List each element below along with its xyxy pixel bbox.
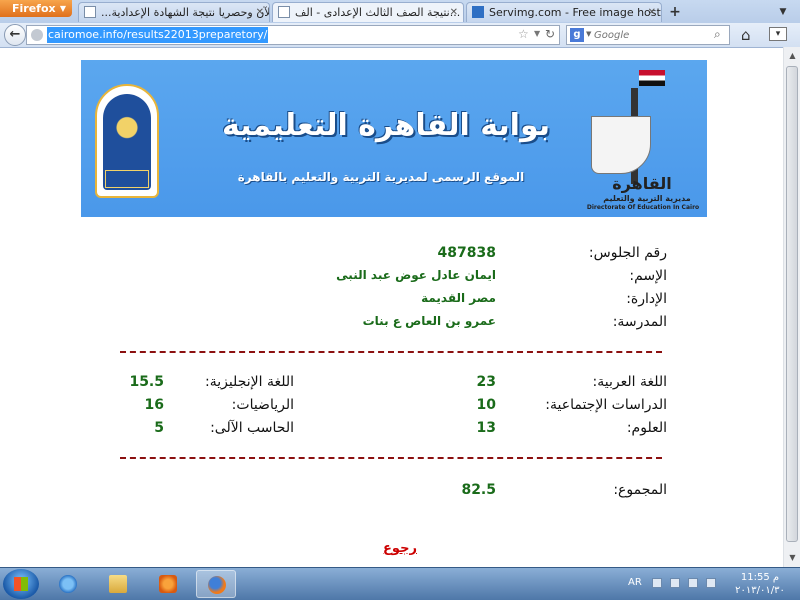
administration-label: الإدارة: bbox=[626, 291, 667, 307]
total-value: 82.5 bbox=[461, 482, 496, 498]
banner-subtitle: الموقع الرسمى لمديرية التربية والتعليم ب… bbox=[237, 170, 525, 184]
taskbar-internet-explorer[interactable] bbox=[48, 570, 88, 598]
name-value: ايمان عادل عوض عبد النبى bbox=[336, 268, 496, 282]
clock-time: 11:55 م bbox=[740, 572, 780, 583]
url-bar[interactable]: cairomoe.info/results22013preparetory/ ☆… bbox=[26, 25, 560, 45]
taskbar-clock[interactable]: 11:55 م ٢٠١٣/٠١/٣٠ bbox=[730, 571, 790, 597]
english-value: 15.5 bbox=[129, 374, 164, 390]
page-icon bbox=[278, 6, 290, 18]
folder-icon bbox=[109, 575, 127, 593]
network-icon[interactable] bbox=[688, 578, 698, 588]
tab-1[interactable]: ...الآن وحصريا نتيجة الشهادة الإعدادية ✕ bbox=[78, 2, 270, 22]
scroll-down-icon[interactable]: ▼ bbox=[785, 550, 800, 566]
back-button[interactable]: ← bbox=[4, 24, 26, 46]
tab-bar: Firefox ▼ ...الآن وحصريا نتيجة الشهادة ا… bbox=[0, 0, 800, 23]
home-icon[interactable]: ⌂ bbox=[741, 26, 751, 44]
tab-2[interactable]: نتيجة الصف الثالث الإعدادى - الف... ✕ bbox=[272, 2, 464, 22]
close-icon[interactable]: ✕ bbox=[450, 3, 458, 22]
list-all-tabs-icon[interactable]: ▼ bbox=[774, 3, 792, 21]
directorate-logo: القاهرة مديرية التربية والتعليم Director… bbox=[583, 68, 703, 214]
egypt-flag-icon bbox=[639, 70, 665, 86]
seat-number-value: 487838 bbox=[437, 245, 496, 261]
taskbar-media-player[interactable] bbox=[148, 570, 188, 598]
url-text[interactable]: cairomoe.info/results22013preparetory/ bbox=[47, 27, 269, 43]
scroll-up-icon[interactable]: ▲ bbox=[785, 48, 800, 64]
chevron-down-icon: ▼ bbox=[59, 4, 66, 13]
felucca-icon bbox=[591, 116, 651, 174]
social-studies-label: الدراسات الإجتماعية: bbox=[545, 397, 667, 413]
taskbar-explorer[interactable] bbox=[98, 570, 138, 598]
firefox-icon bbox=[208, 576, 226, 594]
tab-label: ...الآن وحصريا نتيجة الشهادة الإعدادية bbox=[101, 6, 270, 19]
school-value: عمرو بن العاص ع بنات bbox=[362, 314, 496, 328]
name-label: الإسم: bbox=[629, 268, 667, 284]
logo-wordmark: القاهرة bbox=[612, 174, 672, 193]
navigation-bar: ← cairomoe.info/results22013preparetory/… bbox=[0, 23, 800, 47]
page-icon bbox=[84, 6, 96, 18]
site-banner: بوابة القاهرة التعليمية الموقع الرسمى لم… bbox=[81, 60, 707, 217]
taskbar-firefox[interactable] bbox=[196, 570, 236, 598]
science-label: العلوم: bbox=[626, 420, 667, 436]
media-player-icon bbox=[159, 575, 177, 593]
computer-value: 5 bbox=[154, 420, 164, 436]
google-icon[interactable]: g bbox=[570, 28, 584, 42]
reload-icon[interactable]: ↻ bbox=[545, 27, 555, 41]
seal-wordmark bbox=[105, 170, 149, 188]
back-link[interactable]: رجوع bbox=[360, 541, 440, 556]
logo-subtitle-ar: مديرية التربية والتعليم bbox=[603, 194, 691, 203]
show-hidden-icons-icon[interactable] bbox=[652, 578, 662, 588]
volume-icon[interactable] bbox=[706, 578, 716, 588]
section-divider bbox=[120, 457, 662, 459]
social-studies-value: 10 bbox=[476, 397, 496, 413]
new-tab-button[interactable]: + bbox=[664, 3, 686, 21]
start-button[interactable] bbox=[3, 569, 39, 599]
search-icon[interactable]: ⌕ bbox=[714, 27, 721, 42]
bookmark-star-icon[interactable]: ☆ bbox=[518, 27, 529, 41]
administration-value: مصر القديمة bbox=[421, 291, 496, 305]
internet-explorer-icon bbox=[59, 575, 77, 593]
cairo-governorate-seal bbox=[95, 84, 159, 198]
action-center-flag-icon[interactable] bbox=[670, 578, 680, 588]
search-bar[interactable]: g ▼ ⌕ bbox=[566, 25, 730, 45]
arabic-value: 23 bbox=[476, 374, 496, 390]
close-icon[interactable]: ✕ bbox=[256, 3, 264, 22]
servimg-icon bbox=[472, 6, 484, 18]
vertical-scrollbar[interactable]: ▲ ▼ bbox=[783, 47, 800, 567]
firefox-menu-button[interactable]: Firefox ▼ bbox=[0, 0, 72, 17]
chevron-down-icon[interactable]: ▼ bbox=[586, 30, 591, 38]
tab-label: نتيجة الصف الثالث الإعدادى - الف... bbox=[295, 6, 461, 19]
tab-label: Servimg.com - Free image hosting se... bbox=[489, 6, 661, 19]
search-input[interactable] bbox=[594, 27, 712, 43]
math-value: 16 bbox=[144, 397, 164, 413]
banner-title: بوابة القاهرة التعليمية bbox=[221, 108, 551, 143]
language-indicator[interactable]: AR bbox=[628, 577, 642, 588]
bookmarks-menu-icon[interactable]: ▾ bbox=[769, 27, 787, 41]
english-label: اللغة الإنجليزية: bbox=[204, 374, 294, 390]
firefox-menu-label: Firefox bbox=[12, 2, 56, 15]
windows-taskbar: AR 11:55 م ٢٠١٣/٠١/٣٠ bbox=[0, 567, 800, 600]
seat-number-label: رقم الجلوس: bbox=[588, 245, 667, 261]
math-label: الرياضيات: bbox=[231, 397, 294, 413]
browser-chrome: Firefox ▼ ...الآن وحصريا نتيجة الشهادة ا… bbox=[0, 0, 800, 48]
windows-logo-icon bbox=[14, 577, 28, 591]
close-icon[interactable]: ✕ bbox=[648, 3, 656, 22]
logo-subtitle-en: Directorate Of Education In Cairo bbox=[586, 204, 700, 211]
scroll-thumb[interactable] bbox=[786, 66, 798, 542]
arabic-label: اللغة العربية: bbox=[592, 374, 667, 390]
history-dropdown-icon[interactable]: ▼ bbox=[534, 29, 540, 38]
tab-3[interactable]: Servimg.com - Free image hosting se... ✕ bbox=[466, 2, 662, 22]
school-label: المدرسة: bbox=[612, 314, 667, 330]
clock-date: ٢٠١٣/٠١/٣٠ bbox=[735, 585, 785, 596]
section-divider bbox=[120, 351, 662, 353]
globe-icon bbox=[31, 29, 43, 41]
science-value: 13 bbox=[476, 420, 496, 436]
computer-label: الحاسب الآلى: bbox=[210, 420, 294, 436]
total-label: المجموع: bbox=[613, 482, 667, 498]
